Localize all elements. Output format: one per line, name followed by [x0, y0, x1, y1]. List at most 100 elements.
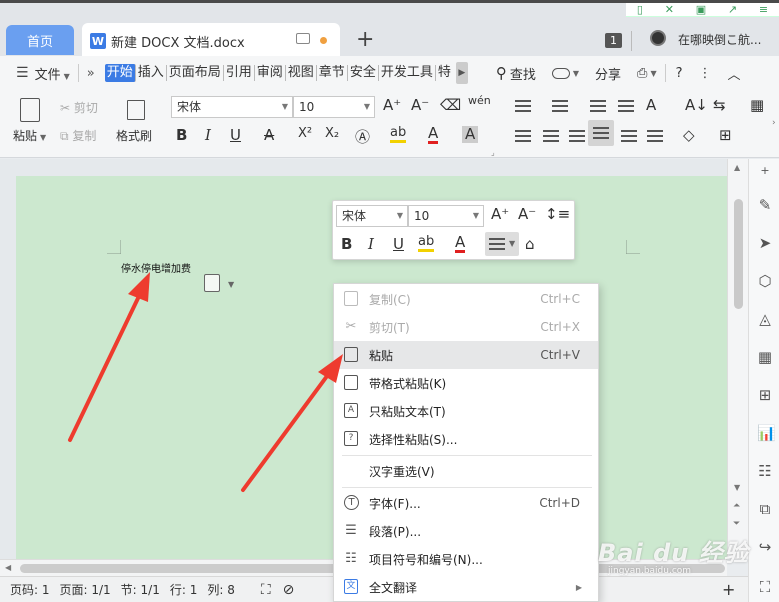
distributed-icon[interactable] [621, 130, 637, 144]
shrink-font-icon[interactable]: A⁻ [411, 96, 429, 114]
paste-options-icon[interactable] [204, 274, 220, 292]
line-spacing-icon[interactable] [647, 130, 663, 144]
add-icon[interactable]: + [757, 163, 773, 179]
restore-icon[interactable]: ▯ [637, 4, 643, 15]
save-icon[interactable]: ▣ [696, 4, 706, 15]
menu-icon[interactable]: ≡ [759, 4, 768, 15]
tab-view[interactable]: 视图 [286, 65, 317, 81]
mini-font-name-select[interactable]: 宋体 ▼ [336, 205, 408, 227]
zoom-in-button[interactable]: + [722, 580, 735, 599]
font-name-select[interactable]: 宋体 ▼ [171, 96, 293, 118]
highlight-icon[interactable]: ab [418, 235, 435, 252]
table-grid-icon[interactable]: ▦ [750, 96, 764, 114]
edit-pen-icon[interactable]: ✎ [757, 197, 773, 213]
chart-icon[interactable]: 📊 [757, 425, 776, 441]
align-right-icon[interactable] [569, 130, 585, 144]
superscript-button[interactable]: X² [298, 126, 312, 141]
font-size-select[interactable]: 10 ▼ [293, 96, 375, 118]
text-effect-icon[interactable]: Ⓐ [355, 126, 370, 147]
tab-start[interactable]: 开始 [104, 64, 136, 82]
char-shading-icon[interactable]: A [462, 126, 479, 143]
share-button[interactable]: 分享 [595, 64, 621, 83]
paste-icon[interactable] [20, 98, 40, 122]
scrollbar-thumb[interactable] [734, 199, 743, 309]
align-left-icon[interactable] [515, 130, 531, 144]
status-row[interactable]: 行: 1 [170, 581, 198, 598]
tab-developer[interactable]: 开发工具 [379, 65, 436, 81]
subscript-button[interactable]: X₂ [325, 126, 339, 141]
file-menu[interactable]: 文件 ▼ [35, 64, 70, 83]
bold-button[interactable]: B [176, 126, 187, 144]
grow-font-icon[interactable]: A⁺ [383, 96, 401, 114]
prev-page-icon[interactable]: ⏶ [733, 501, 740, 511]
mini-font-size-select[interactable]: 10 ▼ [408, 205, 484, 227]
copy-pages-icon[interactable]: ⧉ [757, 501, 773, 517]
increase-indent-icon[interactable] [618, 100, 634, 114]
grow-font-icon[interactable]: A⁺ [491, 205, 509, 223]
mini-bold-button[interactable]: B [341, 235, 352, 253]
tab-reference[interactable]: 引用 [224, 65, 255, 81]
mini-italic-button[interactable]: I [368, 235, 374, 253]
menu-item-paste-with-format[interactable]: 带格式粘贴(K) [334, 369, 598, 397]
status-column[interactable]: 列: 8 [207, 581, 235, 598]
menu-item-paste[interactable]: 粘贴 Ctrl+V [334, 341, 598, 369]
chevron-right-icon[interactable]: ▶ [455, 62, 468, 84]
settings-sliders-icon[interactable]: ☷ [757, 463, 773, 479]
menu-item-copy[interactable]: 复制(C) Ctrl+C [334, 285, 598, 313]
more-vertical-icon[interactable]: ⋮ [699, 66, 712, 81]
tab-home[interactable]: 首页 [6, 25, 74, 55]
collapse-ribbon-icon[interactable]: ︿ [728, 64, 741, 83]
tab-document[interactable]: W 新建 DOCX 文档.docx [82, 23, 340, 59]
decrease-indent-icon[interactable] [590, 100, 606, 114]
paste-button[interactable]: 粘贴 ▼ [13, 127, 46, 144]
text-direction-icon[interactable]: A [646, 96, 656, 114]
new-tab-button[interactable]: + [356, 27, 374, 52]
format-painter-button[interactable]: 格式刷 [116, 127, 152, 144]
tab-review[interactable]: 审阅 [255, 65, 286, 81]
status-section[interactable]: 节: 1/1 [121, 581, 160, 598]
status-page-number[interactable]: 页码: 1 [10, 581, 50, 598]
font-color-icon[interactable]: A [428, 126, 439, 144]
shapes-icon[interactable]: ⬡ [757, 273, 773, 289]
border-icon[interactable]: ⊞ [719, 126, 732, 144]
tab-security[interactable]: 安全 [348, 65, 379, 81]
show-marks-icon[interactable]: ⇆ [713, 96, 726, 114]
format-painter-icon[interactable]: ⌂ [525, 235, 535, 253]
tab-insert[interactable]: 插入 [136, 65, 167, 81]
highlight-icon[interactable]: ab [390, 126, 407, 143]
table-icon[interactable]: ▦ [757, 349, 773, 365]
tab-page-layout[interactable]: 页面布局 [167, 65, 224, 81]
tab-section[interactable]: 章节 [317, 65, 348, 81]
document-text[interactable]: 停水停电增加费 [121, 260, 191, 275]
menu-item-bullets-numbering[interactable]: ☷ 项目符号和编号(N)... [334, 545, 598, 573]
scroll-left-icon[interactable]: ◀ [5, 563, 11, 572]
shrink-icon[interactable]: ✕ [665, 4, 674, 15]
cursor-icon[interactable]: ➤ [757, 235, 773, 251]
shrink-font-icon[interactable]: A⁻ [518, 205, 536, 223]
menu-item-paste-text-only[interactable]: A 只粘贴文本(T) [334, 397, 598, 425]
numbered-list-icon[interactable] [552, 100, 568, 114]
chevron-down-icon[interactable]: ▼ [228, 280, 234, 289]
expand-icon[interactable]: ⛶ [261, 582, 271, 598]
font-color-icon[interactable]: A [455, 235, 466, 253]
scroll-up-icon[interactable]: ▲ [734, 163, 740, 172]
cloud-sync-button[interactable]: ▼ [551, 67, 579, 79]
chevron-right-icon[interactable]: › [772, 118, 776, 128]
font-dialog-icon[interactable]: ⌟ [491, 148, 495, 157]
sort-icon[interactable]: A↓ [685, 96, 708, 114]
next-page-icon[interactable]: ⏷ [733, 519, 740, 529]
shading-icon[interactable]: ◇ [683, 126, 695, 144]
hamburger-icon[interactable]: ☰ [16, 65, 29, 81]
export-icon[interactable]: ↗ [728, 4, 737, 15]
clear-format-icon[interactable]: ⌫ [440, 96, 461, 114]
menu-item-translate[interactable]: 文 全文翻译 ▶ [334, 573, 598, 601]
menu-item-paragraph[interactable]: ☰ 段落(P)... [334, 517, 598, 545]
search-button[interactable]: ⚲ 查找 [496, 64, 536, 83]
check-icon[interactable]: ⊘ [283, 582, 295, 598]
menu-item-reselect-chars[interactable]: 汉字重选(V) [334, 457, 598, 485]
mini-align-button[interactable]: ▼ [485, 232, 519, 256]
export-icon[interactable]: ↪ [757, 539, 773, 555]
monitor-icon[interactable] [296, 33, 310, 44]
grid-icon[interactable]: ⊞ [757, 387, 773, 403]
mini-underline-button[interactable]: U [393, 235, 404, 253]
